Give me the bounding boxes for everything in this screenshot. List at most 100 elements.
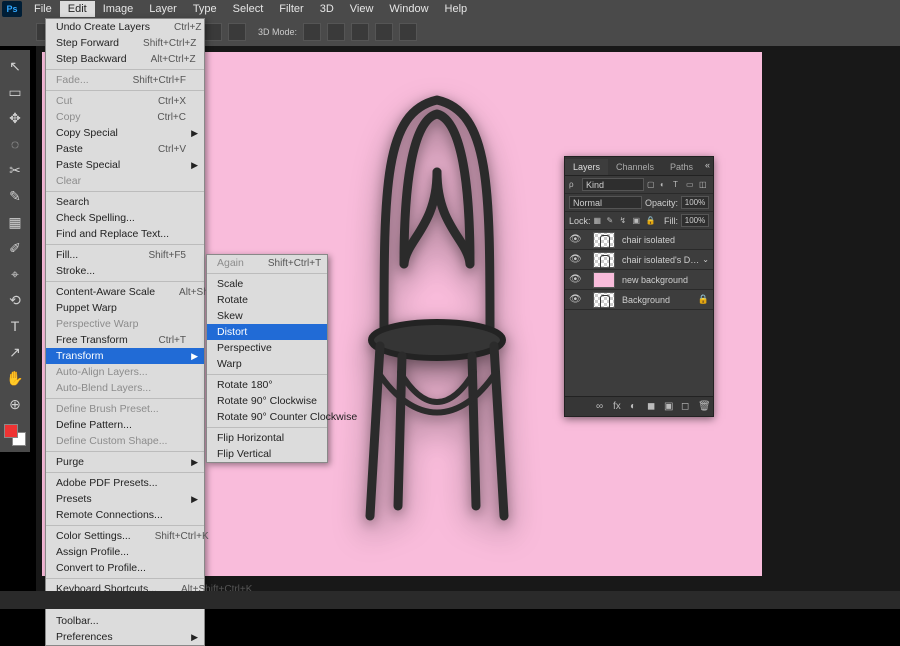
- menu-3d[interactable]: 3D: [312, 1, 342, 17]
- layer-row[interactable]: 👁chair isolated: [565, 230, 713, 250]
- edit-item[interactable]: Auto-Blend Layers...: [46, 380, 204, 396]
- opt-icon[interactable]: [351, 23, 369, 41]
- layers-footer-icon[interactable]: ◐: [630, 401, 641, 412]
- menu-view[interactable]: View: [342, 1, 382, 17]
- tool-4[interactable]: ✂: [5, 160, 25, 180]
- lock-nest-icon[interactable]: ▣: [633, 216, 643, 226]
- transform-item[interactable]: Flip Horizontal: [207, 430, 327, 446]
- filter-smart-icon[interactable]: ◫: [699, 180, 709, 190]
- opt-icon[interactable]: [399, 23, 417, 41]
- edit-item[interactable]: Step ForwardShift+Ctrl+Z: [46, 35, 204, 51]
- edit-item[interactable]: Undo Create LayersCtrl+Z: [46, 19, 204, 35]
- blend-mode-select[interactable]: Normal: [569, 196, 642, 209]
- panel-collapse-icon[interactable]: «: [705, 160, 710, 170]
- tool-10[interactable]: T: [5, 316, 25, 336]
- visibility-icon[interactable]: 👁: [569, 274, 581, 285]
- opt-icon[interactable]: [327, 23, 345, 41]
- menu-type[interactable]: Type: [185, 1, 225, 17]
- tool-6[interactable]: ▦: [5, 212, 25, 232]
- tool-7[interactable]: ✐: [5, 238, 25, 258]
- fx-icon[interactable]: ⌄: [702, 255, 709, 264]
- tab-channels[interactable]: Channels: [608, 159, 662, 175]
- opt-icon[interactable]: [303, 23, 321, 41]
- edit-item[interactable]: Define Custom Shape...: [46, 433, 204, 449]
- edit-item[interactable]: Search: [46, 194, 204, 210]
- tool-2[interactable]: ✥: [5, 108, 25, 128]
- edit-item[interactable]: Color Settings...Shift+Ctrl+K: [46, 528, 204, 544]
- kind-select[interactable]: Kind: [582, 178, 644, 191]
- layers-footer-icon[interactable]: ▣: [664, 401, 675, 412]
- visibility-icon[interactable]: 👁: [569, 294, 581, 305]
- edit-item[interactable]: PasteCtrl+V: [46, 141, 204, 157]
- edit-item[interactable]: Adobe PDF Presets...: [46, 475, 204, 491]
- transform-item[interactable]: Scale: [207, 276, 327, 292]
- edit-item[interactable]: Define Brush Preset...: [46, 401, 204, 417]
- layers-footer-icon[interactable]: ◻: [681, 401, 692, 412]
- lock-move-icon[interactable]: ↯: [620, 216, 630, 226]
- filter-pixel-icon[interactable]: ▢: [647, 180, 657, 190]
- edit-item[interactable]: Paste Special▶: [46, 157, 204, 173]
- transform-item[interactable]: Rotate 90° Clockwise: [207, 393, 327, 409]
- tool-13[interactable]: ⊕: [5, 394, 25, 414]
- edit-item[interactable]: Preferences▶: [46, 629, 204, 645]
- opt-icon[interactable]: [228, 23, 246, 41]
- edit-item[interactable]: CutCtrl+X: [46, 93, 204, 109]
- edit-item[interactable]: Stroke...: [46, 263, 204, 279]
- transform-item[interactable]: Skew: [207, 308, 327, 324]
- lock-trans-icon[interactable]: ▦: [594, 216, 604, 226]
- tab-layers[interactable]: Layers: [565, 159, 608, 175]
- lock-paint-icon[interactable]: ✎: [607, 216, 617, 226]
- transform-item[interactable]: AgainShift+Ctrl+T: [207, 255, 327, 271]
- edit-item[interactable]: Remote Connections...: [46, 507, 204, 523]
- tool-3[interactable]: ◌: [5, 134, 25, 154]
- tool-8[interactable]: ⌖: [5, 264, 25, 284]
- transform-item[interactable]: Distort: [207, 324, 327, 340]
- tool-9[interactable]: ⟲: [5, 290, 25, 310]
- edit-item[interactable]: Fade...Shift+Ctrl+F: [46, 72, 204, 88]
- tab-paths[interactable]: Paths: [662, 159, 701, 175]
- edit-item[interactable]: Transform▶: [46, 348, 204, 364]
- layers-footer-icon[interactable]: fx: [613, 401, 624, 412]
- visibility-icon[interactable]: 👁: [569, 254, 581, 265]
- opacity-value[interactable]: 100%: [681, 196, 709, 209]
- filter-type-icon[interactable]: T: [673, 180, 683, 190]
- edit-item[interactable]: Fill...Shift+F5: [46, 247, 204, 263]
- fill-value[interactable]: 100%: [681, 214, 709, 227]
- filter-shape-icon[interactable]: ▭: [686, 180, 696, 190]
- edit-item[interactable]: Toolbar...: [46, 613, 204, 629]
- edit-item[interactable]: Step BackwardAlt+Ctrl+Z: [46, 51, 204, 67]
- edit-item[interactable]: CopyCtrl+C: [46, 109, 204, 125]
- edit-item[interactable]: Purge▶: [46, 454, 204, 470]
- filter-adjust-icon[interactable]: ◐: [660, 180, 670, 190]
- transform-item[interactable]: Rotate 90° Counter Clockwise: [207, 409, 327, 425]
- transform-item[interactable]: Warp: [207, 356, 327, 372]
- edit-item[interactable]: Assign Profile...: [46, 544, 204, 560]
- layers-footer-icon[interactable]: ∞: [596, 401, 607, 412]
- tool-0[interactable]: ↖: [5, 56, 25, 76]
- edit-item[interactable]: Content-Aware ScaleAlt+Shift+Ctrl+C: [46, 284, 204, 300]
- menu-image[interactable]: Image: [95, 1, 142, 17]
- menu-filter[interactable]: Filter: [271, 1, 311, 17]
- edit-item[interactable]: Free TransformCtrl+T: [46, 332, 204, 348]
- edit-item[interactable]: Find and Replace Text...: [46, 226, 204, 242]
- menu-edit[interactable]: Edit: [60, 1, 95, 17]
- edit-item[interactable]: Define Pattern...: [46, 417, 204, 433]
- edit-item[interactable]: Auto-Align Layers...: [46, 364, 204, 380]
- edit-item[interactable]: Check Spelling...: [46, 210, 204, 226]
- opt-icon[interactable]: [375, 23, 393, 41]
- edit-item[interactable]: Copy Special▶: [46, 125, 204, 141]
- edit-item[interactable]: Perspective Warp: [46, 316, 204, 332]
- lock-all-icon[interactable]: 🔒: [646, 216, 656, 226]
- layers-footer-icon[interactable]: 🗑: [698, 401, 709, 412]
- layers-footer-icon[interactable]: ◼: [647, 401, 658, 412]
- edit-item[interactable]: Puppet Warp: [46, 300, 204, 316]
- edit-item[interactable]: Convert to Profile...: [46, 560, 204, 576]
- menu-file[interactable]: File: [26, 1, 60, 17]
- layer-row[interactable]: 👁Background🔒: [565, 290, 713, 310]
- color-swatches[interactable]: [4, 424, 26, 446]
- transform-item[interactable]: Rotate 180°: [207, 377, 327, 393]
- tool-12[interactable]: ✋: [5, 368, 25, 388]
- edit-item[interactable]: Presets▶: [46, 491, 204, 507]
- menu-window[interactable]: Window: [381, 1, 436, 17]
- transform-item[interactable]: Flip Vertical: [207, 446, 327, 462]
